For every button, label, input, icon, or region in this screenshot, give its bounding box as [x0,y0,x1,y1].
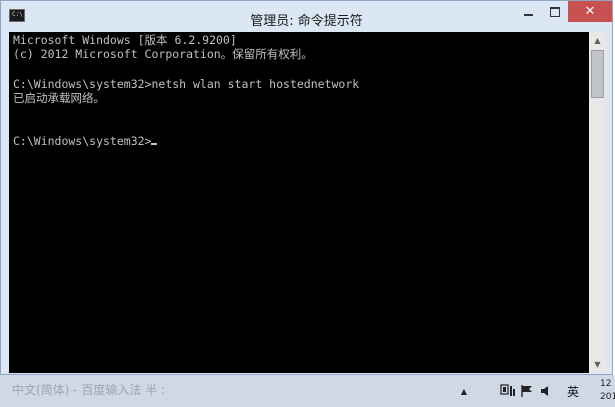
close-icon: ✕ [584,4,596,19]
taskbar: 中文(简体) - 百度输入法 半 : ▲ 英 12 201 [0,375,615,407]
action-center-flag-icon[interactable] [520,375,534,407]
scroll-down-button[interactable]: ▼ [589,356,606,373]
network-icon[interactable] [500,375,516,407]
console-line: Microsoft Windows [版本 6.2.9200] [13,33,237,47]
volume-icon[interactable] [539,375,553,407]
maximize-button[interactable] [542,1,568,22]
title-bar[interactable]: C:\ 管理员: 命令提示符 ✕ [1,1,612,33]
console-line: 已启动承载网络。 [13,91,105,105]
system-clock[interactable]: 12 201 [600,378,615,404]
text-cursor [151,143,158,145]
vertical-scrollbar[interactable]: ▲ ▼ [589,32,606,373]
scroll-down-icon: ▼ [594,360,601,369]
console-output[interactable]: Microsoft Windows [版本 6.2.9200] (c) 2012… [9,32,589,373]
console-line: C:\Windows\system32>netsh wlan start hos… [13,77,360,91]
scroll-up-button[interactable]: ▲ [589,32,606,49]
chevron-up-icon: ▲ [460,386,468,396]
minimize-icon [523,13,533,16]
clock-date: 201 [600,392,615,402]
scrollbar-thumb[interactable] [591,50,604,98]
console-prompt: C:\Windows\system32> [13,134,152,148]
minimize-button[interactable] [515,1,541,22]
console-prompt-line[interactable]: C:\Windows\system32> [13,134,158,148]
command-prompt-window: C:\ 管理员: 命令提示符 ✕ Microsoft Windows [版本 6… [0,0,613,375]
close-button[interactable]: ✕ [568,1,612,22]
ime-status-text[interactable]: 中文(简体) - 百度输入法 半 : [12,381,165,398]
console-line: (c) 2012 Microsoft Corporation。保留所有权利。 [13,47,313,61]
maximize-icon [550,6,560,17]
scroll-up-icon: ▲ [594,36,601,45]
input-language-indicator[interactable]: 英 [567,375,581,407]
clock-time: 12 [600,379,612,389]
show-hidden-icons-button[interactable]: ▲ [458,375,470,407]
